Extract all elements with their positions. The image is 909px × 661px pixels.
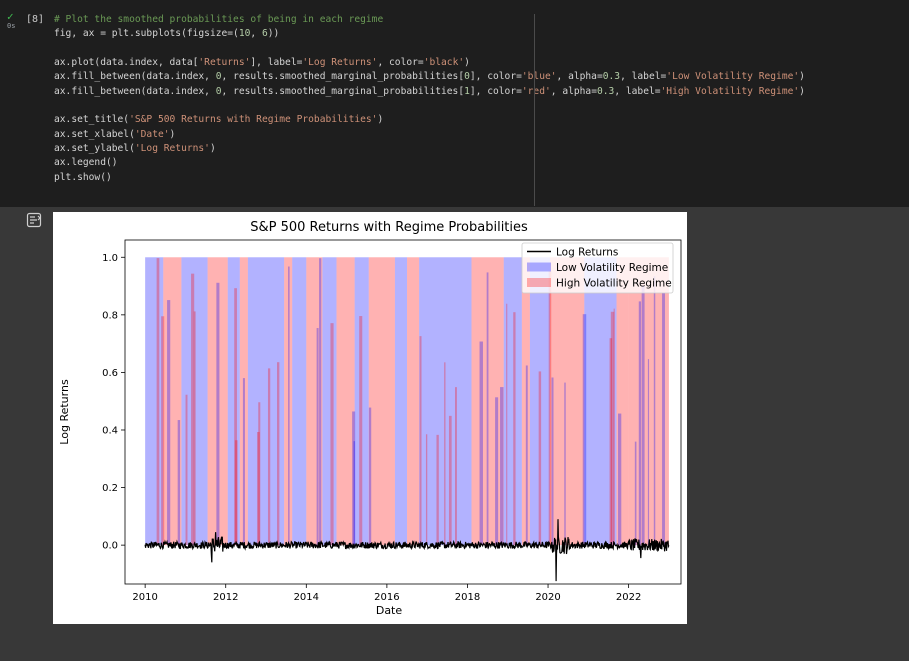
regime-flicker	[564, 382, 566, 546]
regime-flicker	[258, 402, 261, 546]
regime-flicker	[436, 434, 439, 546]
execution-count: [8]	[26, 14, 45, 25]
regime-flicker	[486, 272, 489, 546]
x-tick-label: 2014	[294, 592, 319, 603]
regime-flicker	[634, 441, 637, 546]
x-axis-label: Date	[376, 604, 403, 617]
regime-flicker	[419, 336, 422, 546]
regime-flicker	[662, 292, 665, 546]
regime-flicker	[506, 303, 508, 546]
code-line: # Plot the smoothed probabilities of bei…	[54, 14, 384, 25]
regime-flicker	[359, 316, 363, 546]
run-status[interactable]: ✓ 0s	[7, 10, 19, 30]
legend: Log Returns Low Volatility Regime High Vol…	[521, 242, 674, 294]
code-cell[interactable]: ✓ 0s [8] # Plot the smoothed probabiliti…	[0, 0, 909, 207]
code-editor[interactable]: # Plot the smoothed probabilities of bei…	[54, 13, 805, 185]
regime-flicker	[156, 258, 160, 546]
line-length-ruler	[534, 14, 535, 206]
x-tick-label: 2018	[455, 592, 480, 603]
regime-flicker	[653, 276, 656, 546]
y-tick-label: 0.8	[102, 310, 118, 321]
y-axis-label: Log Returns	[58, 379, 71, 445]
regime-flicker	[277, 362, 280, 546]
regime-flicker	[242, 378, 245, 546]
code-line: ax.set_xlabel('Date')	[54, 128, 176, 140]
low-vol-region	[322, 257, 337, 546]
regime-flicker	[330, 323, 334, 546]
low-vol-region	[145, 257, 164, 546]
code-line: ax.plot(data.index, data['Returns'], lab…	[54, 57, 470, 69]
chart-title: S&P 500 Returns with Regime Probabilitie…	[250, 220, 528, 235]
y-tick-label: 0.0	[102, 541, 118, 552]
regime-flicker	[610, 311, 615, 546]
regime-flicker	[216, 282, 220, 546]
high-vol-region	[550, 257, 585, 546]
x-tick-label: 2020	[535, 592, 560, 603]
y-tick-label: 1.0	[102, 253, 118, 264]
legend-patch-swatch	[527, 278, 551, 287]
regime-flicker	[479, 341, 483, 546]
y-tick-label: 0.2	[102, 483, 118, 494]
run-time: 0s	[7, 22, 16, 30]
regime-flicker	[316, 328, 319, 546]
x-tick-label: 2016	[374, 592, 399, 603]
regime-flicker	[647, 359, 650, 546]
regime-flicker	[513, 312, 516, 546]
regime-flicker	[618, 413, 622, 546]
plot-output: S&P 500 Returns with Regime Probabilitie…	[53, 212, 687, 624]
regime-flicker	[448, 415, 452, 546]
regime-flicker	[425, 434, 428, 546]
legend-patch-swatch	[527, 262, 551, 272]
regime-flicker	[267, 368, 271, 546]
regime-flicker	[444, 362, 446, 546]
regime-chart: S&P 500 Returns with Regime Probabilitie…	[53, 212, 687, 624]
regime-flicker	[234, 440, 238, 546]
x-tick-label: 2012	[213, 592, 238, 603]
low-vol-region	[394, 257, 408, 546]
code-line: plt.show()	[54, 171, 112, 183]
regime-flicker	[500, 387, 504, 546]
code-line: ax.fill_between(data.index, 0, results.s…	[54, 71, 805, 83]
x-tick-label: 2022	[616, 592, 641, 603]
regime-flicker	[538, 371, 542, 546]
regime-flicker	[368, 407, 372, 546]
y-tick-label: 0.6	[102, 368, 118, 379]
regime-flicker	[167, 300, 171, 546]
high-vol-region	[336, 257, 355, 546]
low-vol-region	[292, 257, 307, 546]
legend-label: Low Volatility Regime	[556, 262, 668, 274]
code-line: ax.set_ylabel('Log Returns')	[54, 143, 216, 155]
regime-flicker	[288, 266, 290, 546]
legend-label: Log Returns	[556, 246, 618, 258]
regime-flicker	[185, 394, 188, 546]
legend-label: High Volatility Regime	[556, 277, 672, 289]
regime-flicker	[638, 301, 642, 546]
low-vol-region	[227, 257, 240, 546]
regime-flicker	[319, 258, 322, 546]
check-icon: ✓	[7, 10, 14, 23]
regime-flicker	[525, 365, 528, 546]
regime-flicker	[495, 397, 499, 546]
regime-flicker	[641, 285, 645, 546]
code-line: fig, ax = plt.subplots(figsize=(10, 6))	[54, 28, 280, 40]
regime-flicker	[177, 420, 181, 546]
x-tick-label: 2010	[132, 592, 157, 603]
code-line: ax.set_title('S&P 500 Returns with Regim…	[54, 114, 384, 126]
regime-flicker	[551, 377, 554, 546]
y-tick-label: 0.4	[102, 425, 118, 436]
regime-flicker	[191, 273, 195, 546]
output-toggle-icon[interactable]	[26, 211, 44, 229]
code-line: ax.fill_between(data.index, 0, results.s…	[54, 85, 805, 97]
code-line: ax.legend()	[54, 157, 118, 169]
regime-flicker	[454, 387, 457, 546]
high-vol-region	[407, 257, 420, 546]
high-vol-region	[368, 257, 395, 546]
